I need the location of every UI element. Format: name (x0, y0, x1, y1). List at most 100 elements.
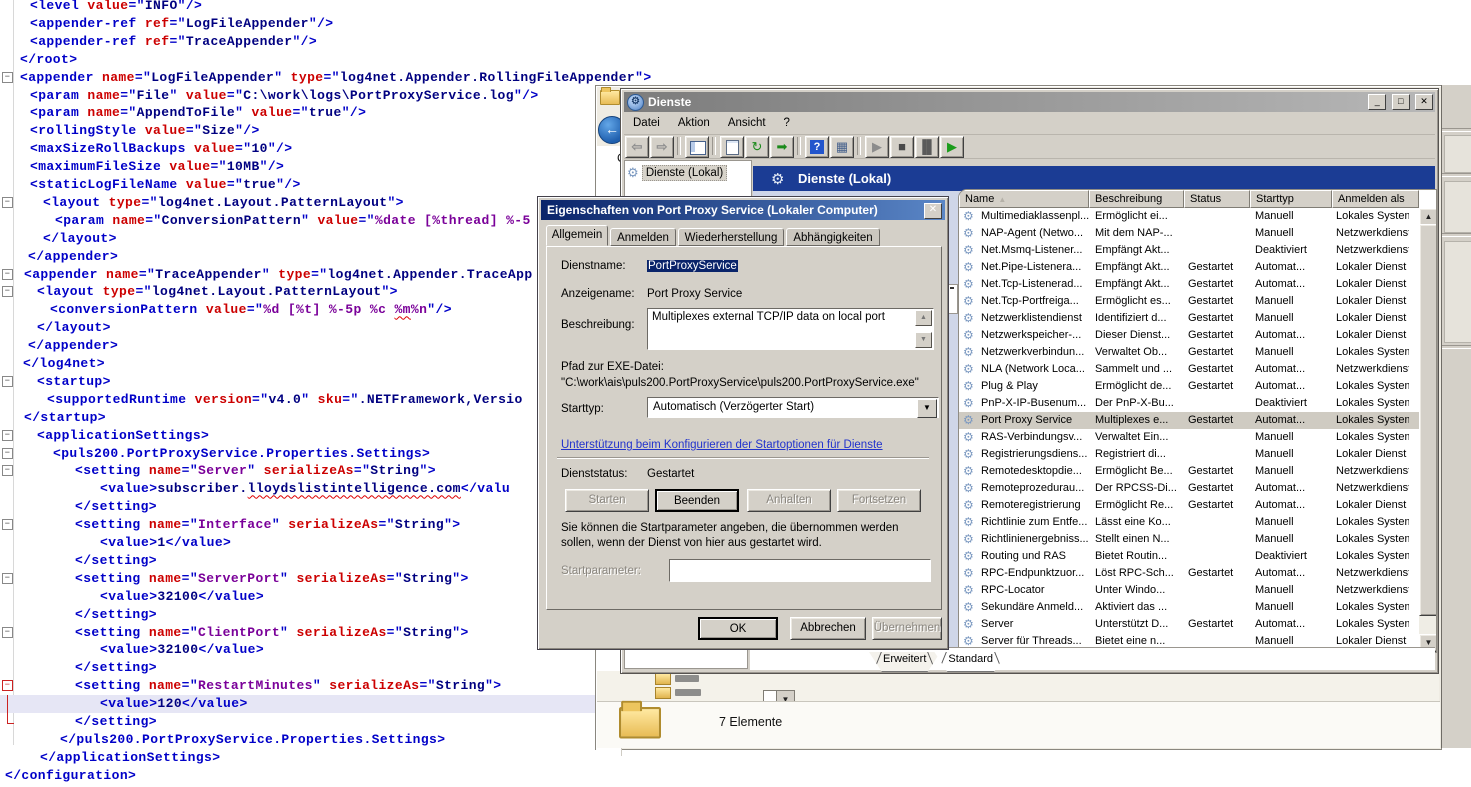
service-row[interactable]: ⚙RemoteregistrierungErmöglicht Re...Gest… (959, 497, 1419, 514)
service-status: Gestartet (1188, 295, 1240, 307)
code-fold-icon[interactable]: − (2, 448, 13, 459)
service-row[interactable]: ⚙Netzwerkverbindun...Verwaltet Ob...Gest… (959, 344, 1419, 361)
stop-button[interactable]: Beenden (655, 489, 739, 512)
code-fold-icon[interactable]: − (2, 197, 13, 208)
toolbar-properties-icon[interactable] (720, 136, 744, 158)
service-row[interactable]: ⚙Routing und RASBietet Routin...Deaktivi… (959, 548, 1419, 565)
scroll-down-icon[interactable]: ▼ (915, 332, 932, 348)
menu-aktion[interactable]: Aktion (669, 114, 719, 129)
service-row[interactable]: ⚙ServerUnterstützt D...GestartetAutomat.… (959, 616, 1419, 633)
services-titlebar[interactable]: ⚙ Dienste _ □ ✕ (624, 92, 1435, 112)
toolbar-help-icon[interactable]: ? (805, 136, 829, 158)
ok-button[interactable]: OK (698, 617, 778, 640)
toolbar-stop-service-icon[interactable]: ■ (890, 136, 914, 158)
service-row[interactable]: ⚙RPC-Endpunktzuor...Löst RPC-Sch...Gesta… (959, 565, 1419, 582)
cancel-button[interactable]: Abbrechen (790, 617, 866, 640)
description-field[interactable]: Multiplexes external TCP/IP data on loca… (647, 308, 934, 350)
service-starttype: Manuell (1255, 448, 1323, 460)
dialog-titlebar[interactable]: Eigenschaften von Port Proxy Service (Lo… (541, 200, 945, 220)
view-tab-standard[interactable]: Standard (934, 652, 1007, 672)
start-params-input[interactable] (669, 559, 931, 582)
code-fold-icon[interactable]: − (2, 573, 13, 584)
service-row[interactable]: ⚙Net.Msmq-Listener...Empfängt Akt...Deak… (959, 242, 1419, 259)
folder-icon[interactable] (655, 673, 671, 685)
toolbar-show-standard-view-icon[interactable]: ▦ (830, 136, 854, 158)
view-tab-erweitert[interactable]: Erweitert (869, 652, 940, 672)
toolbar-start-service-icon[interactable]: ▶ (865, 136, 889, 158)
service-row[interactable]: ⚙Port Proxy ServiceMultiplexes e...Gesta… (959, 412, 1419, 429)
code-fold-icon[interactable]: − (2, 376, 13, 387)
column-header-beschreibung[interactable]: Beschreibung (1089, 190, 1184, 208)
menu-datei[interactable]: Datei (624, 114, 669, 129)
tab-anmelden[interactable]: Anmelden (610, 228, 676, 246)
service-row[interactable]: ⚙NetzwerklistendienstIdentifiziert d...G… (959, 310, 1419, 327)
toolbar-restart-service-icon[interactable]: ▶ (940, 136, 964, 158)
toolbar-back-icon[interactable]: ⇦ (625, 136, 649, 158)
code-fold-icon[interactable]: − (2, 465, 13, 476)
service-row[interactable]: ⚙Richtlinienergebniss...Stellt einen N..… (959, 531, 1419, 548)
service-row[interactable]: ⚙Net.Tcp-Portfreiga...Ermöglicht es...Ge… (959, 293, 1419, 310)
service-row[interactable]: ⚙Net.Pipe-Listenera...Empfängt Akt...Ges… (959, 259, 1419, 276)
chevron-down-icon[interactable]: ▼ (917, 399, 937, 418)
service-row[interactable]: ⚙Plug & PlayErmöglicht de...GestartetAut… (959, 378, 1419, 395)
service-name-value[interactable]: PortProxyService (647, 260, 738, 272)
service-row[interactable]: ⚙NLA (Network Loca...Sammelt und ...Gest… (959, 361, 1419, 378)
column-header-name[interactable]: Name▲ (959, 190, 1089, 208)
service-row[interactable]: ⚙Remoteprozedurau...Der RPCSS-Di...Gesta… (959, 480, 1419, 497)
service-row[interactable]: ⚙Registrierungsdiens...Registriert di...… (959, 446, 1419, 463)
service-row[interactable]: ⚙NAP-Agent (Netwo...Mit dem NAP-...Manue… (959, 225, 1419, 242)
code-fold-icon[interactable]: − (2, 627, 13, 638)
tab-allgemein[interactable]: Allgemein (546, 225, 608, 246)
tab-abhängigkeiten[interactable]: Abhängigkeiten (786, 228, 880, 246)
folder-icon[interactable] (655, 687, 671, 699)
toolbar-export-list-icon[interactable]: ➡ (770, 136, 794, 158)
toolbar-forward-icon[interactable]: ⇨ (650, 136, 674, 158)
start-params-hint: Sie können die Startparameter angeben, d… (561, 521, 925, 551)
close-button[interactable]: ✕ (1415, 94, 1433, 110)
service-starttype: Manuell (1255, 516, 1323, 528)
service-description: Empfängt Akt... (1095, 278, 1176, 290)
code-fold-icon[interactable]: − (2, 72, 13, 83)
tree-item-services-local[interactable]: ⚙ Dienste (Lokal) (627, 165, 727, 182)
service-row[interactable]: ⚙Sekundäre Anmeld...Aktiviert das ...Man… (959, 599, 1419, 616)
tab-wiederherstellung[interactable]: Wiederherstellung (678, 228, 784, 246)
service-logon: Lokales System (1336, 601, 1409, 613)
close-icon[interactable]: ✕ (924, 203, 942, 219)
service-status: Gestartet (1188, 363, 1240, 375)
menu-bar: DateiAktionAnsicht? (624, 113, 1435, 135)
menu-help[interactable]: ? (775, 114, 799, 129)
toolbar-show-console-tree-icon[interactable] (685, 136, 709, 158)
minimize-button[interactable]: _ (1368, 94, 1386, 110)
column-header-starttyp[interactable]: Starttyp (1250, 190, 1332, 208)
service-row[interactable]: ⚙Multimediaklassenpl...Ermöglicht ei...M… (959, 208, 1419, 225)
service-name: Plug & Play (981, 380, 1097, 392)
service-row[interactable]: ⚙PnP-X-IP-Busenum...Der PnP-X-Bu...Deakt… (959, 395, 1419, 412)
service-status: Gestartet (1188, 346, 1240, 358)
service-row[interactable]: ⚙Netzwerkspeicher-...Dieser Dienst...Ges… (959, 327, 1419, 344)
toolbar-pause-service-icon[interactable]: ▐▌ (915, 136, 939, 158)
service-row[interactable]: ⚙Richtlinie zum Entfe...Lässt eine Ko...… (959, 514, 1419, 531)
startup-type-select[interactable]: Automatisch (Verzögerter Start) ▼ (647, 397, 939, 418)
menu-ansicht[interactable]: Ansicht (719, 114, 775, 129)
service-name: Net.Pipe-Listenera... (981, 261, 1097, 273)
toolbar-refresh-icon[interactable]: ↻ (745, 136, 769, 158)
maximize-button[interactable]: □ (1392, 94, 1410, 110)
code-fold-icon[interactable]: − (2, 680, 13, 691)
service-row[interactable]: ⚙Remotedesktopdie...Ermöglicht Be...Gest… (959, 463, 1419, 480)
code-fold-icon[interactable]: − (2, 269, 13, 280)
service-row[interactable]: ⚙Net.Tcp-Listenerad...Empfängt Akt...Ges… (959, 276, 1419, 293)
services-list[interactable]: Name▲BeschreibungStatusStarttypAnmelden … (958, 189, 1437, 653)
scroll-up-icon[interactable]: ▲ (915, 310, 932, 326)
service-row[interactable]: ⚙RPC-LocatorUnter Windo...ManuellNetzwer… (959, 582, 1419, 599)
service-gear-icon: ⚙ (963, 617, 974, 631)
column-header-anmelden-als[interactable]: Anmelden als (1332, 190, 1419, 208)
code-fold-icon[interactable]: − (2, 430, 13, 441)
vertical-scrollbar[interactable]: ▲ ▼ (1419, 208, 1436, 652)
column-header-status[interactable]: Status (1184, 190, 1250, 208)
scrollbar-thumb[interactable] (1419, 224, 1437, 616)
service-row[interactable]: ⚙RAS-Verbindungsv...Verwaltet Ein...Manu… (959, 429, 1419, 446)
code-fold-icon[interactable]: − (2, 286, 13, 297)
code-fold-icon[interactable]: − (2, 519, 13, 530)
startup-options-help-link[interactable]: Unterstützung beim Konfigurieren der Sta… (561, 439, 883, 451)
service-description: Ermöglicht Re... (1095, 499, 1176, 511)
